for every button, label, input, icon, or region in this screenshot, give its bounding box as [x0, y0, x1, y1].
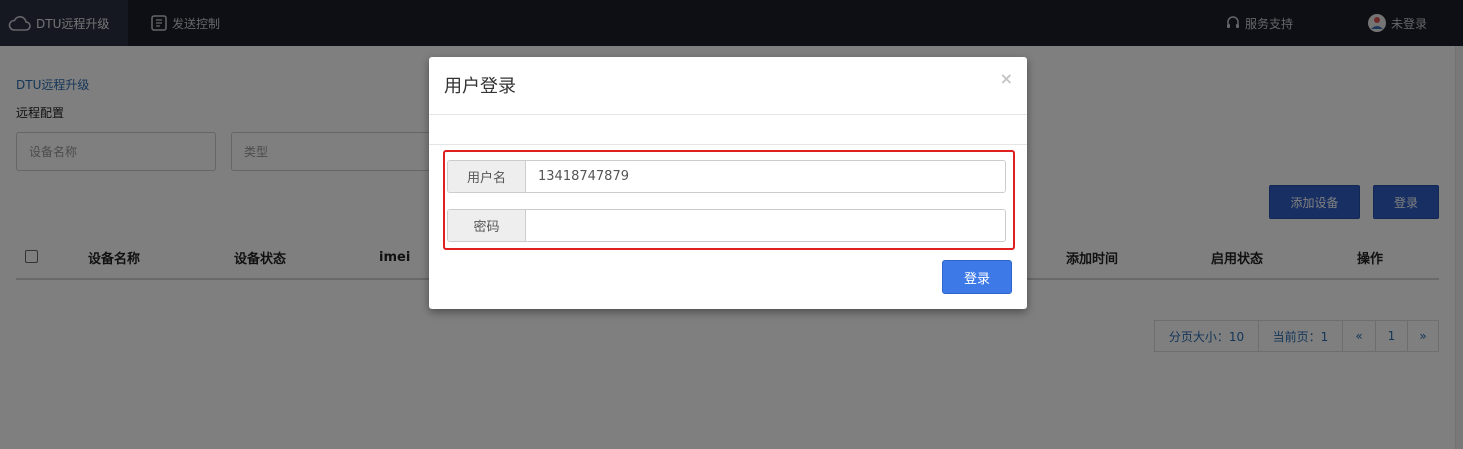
close-icon[interactable]: × — [1000, 69, 1013, 88]
password-group: 密码 — [447, 209, 1006, 242]
password-input[interactable] — [526, 210, 1005, 241]
username-label: 用户名 — [448, 161, 526, 192]
modal-body-divider — [429, 144, 1027, 145]
login-modal: 用户登录 × 用户名 密码 登录 — [429, 57, 1027, 309]
login-submit-button[interactable]: 登录 — [942, 260, 1012, 294]
username-input[interactable] — [526, 161, 1005, 192]
username-group: 用户名 — [447, 160, 1006, 193]
password-label: 密码 — [448, 210, 526, 241]
modal-title: 用户登录 — [444, 76, 516, 97]
modal-header-divider — [429, 114, 1027, 115]
